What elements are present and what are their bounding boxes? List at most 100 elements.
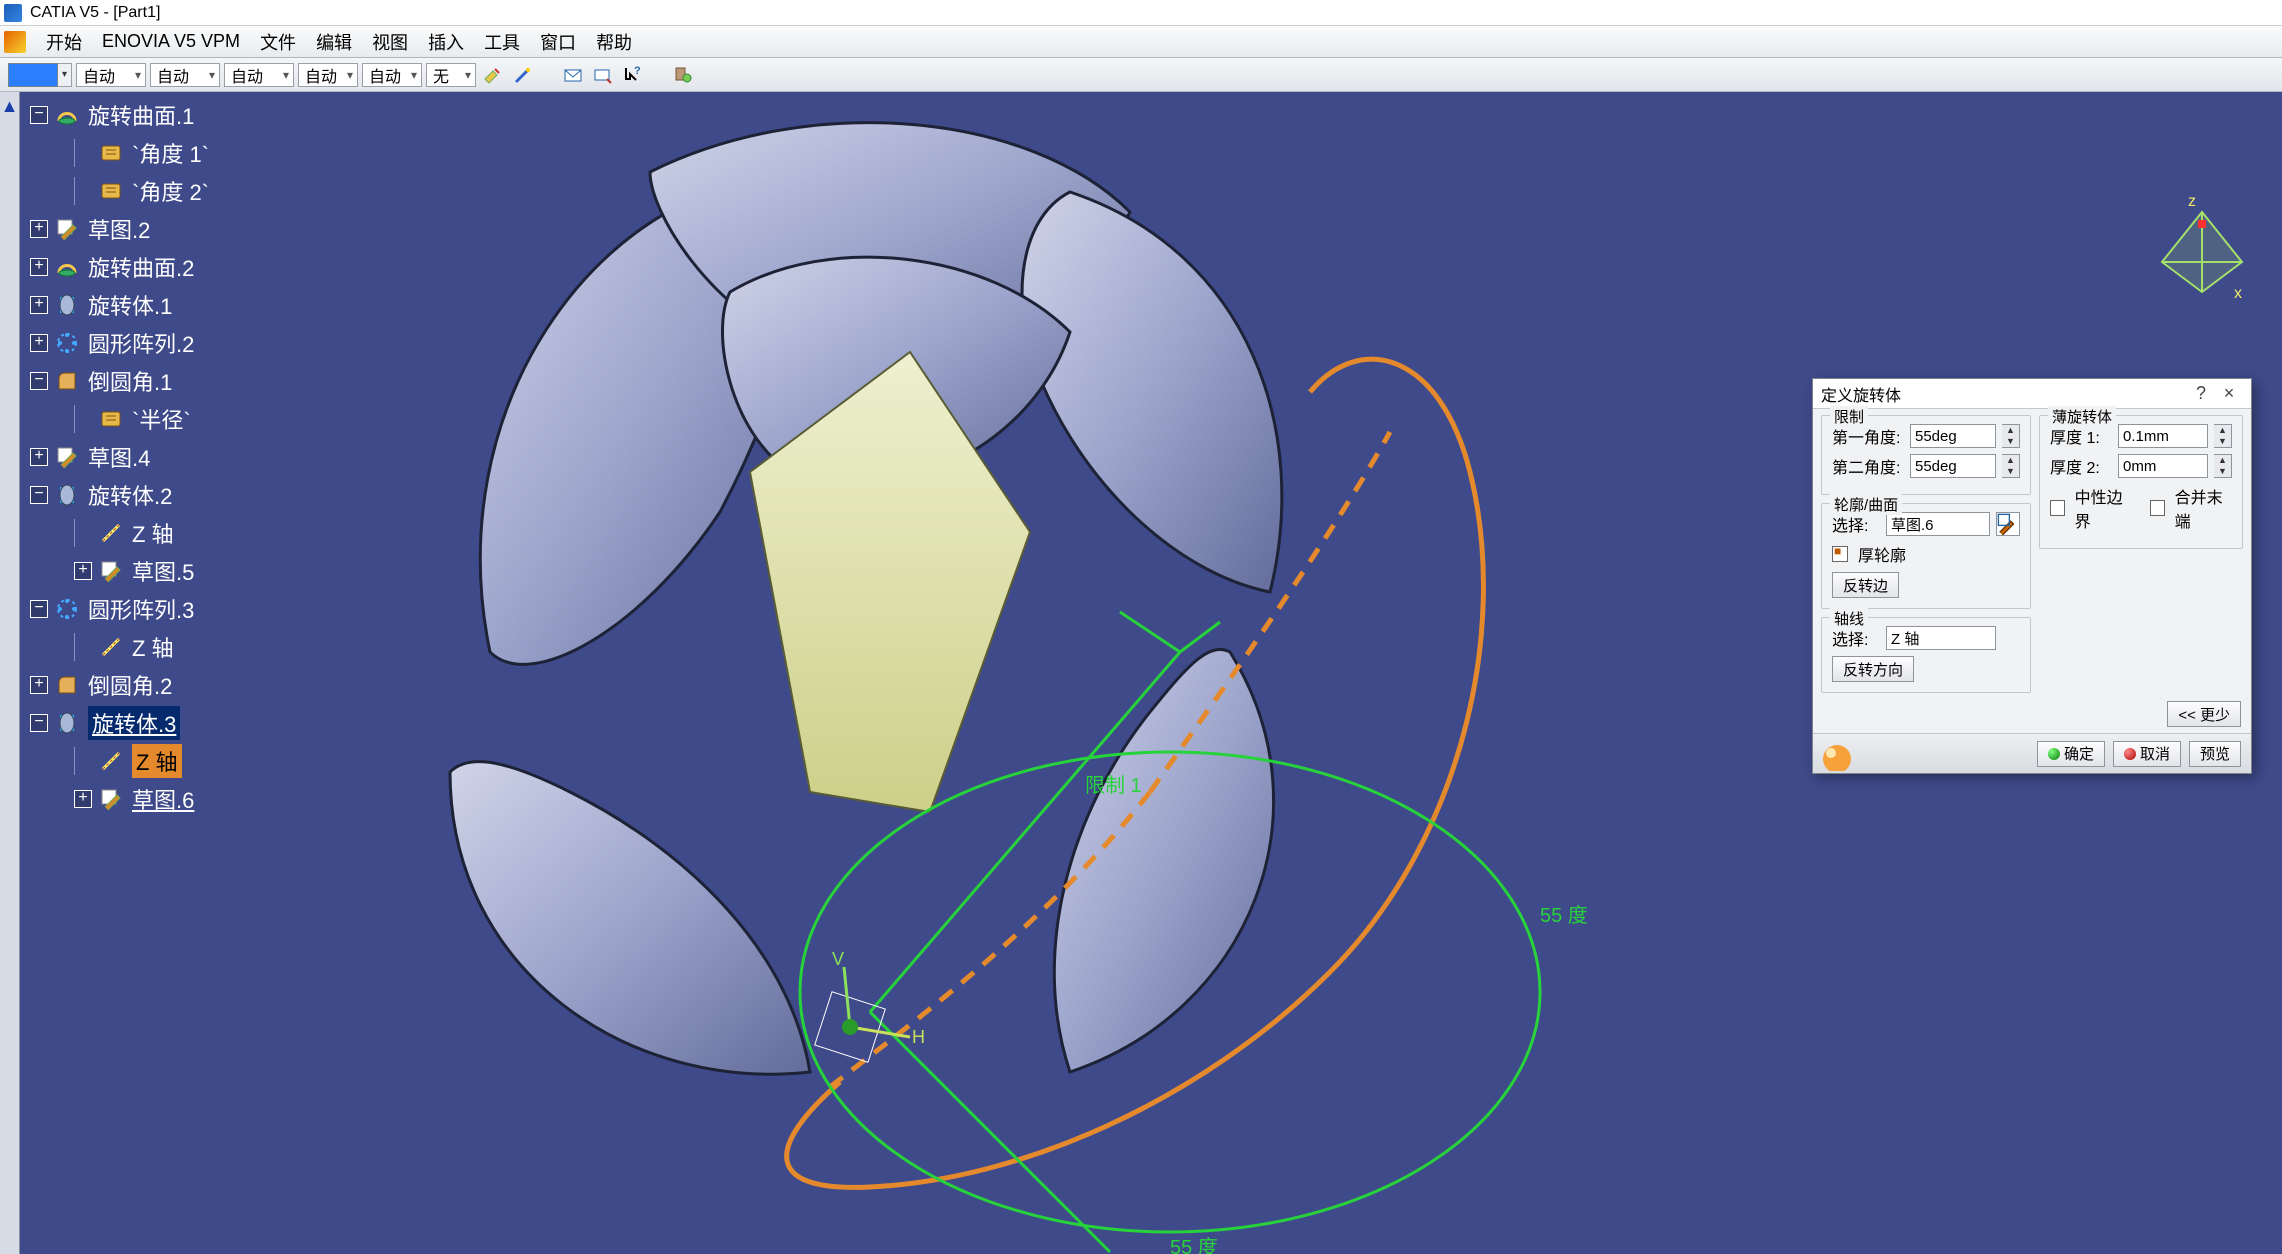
point-symbol-select[interactable]: 自动	[298, 63, 358, 87]
tree-row[interactable]: + 圆形阵列.2	[30, 324, 370, 362]
tree-row[interactable]: Z 轴	[30, 628, 370, 666]
second-angle-input[interactable]: 55deg	[1910, 454, 1996, 478]
tree-label[interactable]: 旋转体.2	[88, 479, 172, 511]
menu-start[interactable]: 开始	[36, 29, 92, 55]
expand-toggle[interactable]: −	[30, 106, 48, 124]
menu-tools[interactable]: 工具	[474, 29, 530, 55]
menu-enovia[interactable]: ENOVIA V5 VPM	[92, 31, 250, 52]
dialog-titlebar[interactable]: 定义旋转体 ? ×	[1813, 379, 2251, 409]
tree-row[interactable]: `角度 2`	[30, 172, 370, 210]
line-weight-select[interactable]: 自动	[150, 63, 220, 87]
first-angle-input[interactable]: 55deg	[1910, 424, 1996, 448]
thickness2-input[interactable]: 0mm	[2118, 454, 2208, 478]
specification-tree[interactable]: −旋转曲面.1`角度 1``角度 2`+草图.2+旋转曲面.2+旋转体.1+圆形…	[30, 92, 370, 818]
tree-label[interactable]: 草图.4	[88, 441, 150, 473]
dialog-close-button[interactable]: ×	[2215, 383, 2243, 404]
thickness1-spinner[interactable]: ▲▼	[2214, 424, 2232, 448]
tree-label[interactable]: 倒圆角.2	[88, 669, 172, 701]
tree-row[interactable]: +旋转曲面.2	[30, 248, 370, 286]
line-type-select[interactable]: 自动	[224, 63, 294, 87]
tree-label[interactable]: 草图.2	[88, 213, 150, 245]
profile-select-input[interactable]: 草图.6	[1886, 512, 1990, 536]
thick-profile-checkbox[interactable]	[1832, 546, 1848, 562]
mail-icon[interactable]	[560, 62, 586, 88]
expand-toggle[interactable]: −	[30, 372, 48, 390]
thickness1-input[interactable]: 0.1mm	[2118, 424, 2208, 448]
menu-edit[interactable]: 编辑	[306, 29, 362, 55]
expand-toggle[interactable]: −	[30, 600, 48, 618]
menu-file[interactable]: 文件	[250, 29, 306, 55]
tree-row[interactable]: − 旋转体.3	[30, 704, 370, 742]
ok-button[interactable]: 确定	[2037, 741, 2105, 767]
left-strip[interactable]: ▲	[0, 92, 20, 1254]
expand-toggle[interactable]: −	[30, 714, 48, 732]
render-style-select[interactable]: 自动	[362, 63, 422, 87]
tree-row[interactable]: + 旋转体.1	[30, 286, 370, 324]
expand-toggle[interactable]: +	[30, 296, 48, 314]
tree-label[interactable]: 倒圆角.1	[88, 365, 172, 397]
tree-row[interactable]: + 草图.5	[30, 552, 370, 590]
tree-label[interactable]: 圆形阵列.3	[88, 593, 194, 625]
menu-help[interactable]: 帮助	[586, 29, 642, 55]
catalog-icon[interactable]	[670, 62, 696, 88]
fill-color-picker[interactable]: ▾	[8, 63, 72, 87]
painter-icon[interactable]	[480, 62, 506, 88]
menu-window[interactable]: 窗口	[530, 29, 586, 55]
tree-label[interactable]: 旋转体.3	[88, 706, 180, 740]
tree-row[interactable]: Z 轴	[30, 514, 370, 552]
tree-row[interactable]: `半径`	[30, 400, 370, 438]
transparency-select[interactable]: 自动	[76, 63, 146, 87]
expand-toggle[interactable]: −	[30, 486, 48, 504]
tree-label[interactable]: 圆形阵列.2	[88, 327, 194, 359]
sketch-icon-button[interactable]	[1996, 512, 2020, 536]
reverse-direction-button[interactable]: 反转方向	[1832, 656, 1914, 682]
tree-label[interactable]: 旋转曲面.1	[88, 99, 194, 131]
tree-label[interactable]: `角度 2`	[132, 175, 209, 207]
less-button[interactable]: << 更少	[2167, 701, 2241, 727]
tree-row[interactable]: − 圆形阵列.3	[30, 590, 370, 628]
merge-ends-checkbox[interactable]	[2150, 500, 2165, 516]
neutral-fiber-checkbox[interactable]	[2050, 500, 2065, 516]
workbench-icon[interactable]	[4, 31, 26, 53]
tree-row[interactable]: + 草图.4	[30, 438, 370, 476]
layer-select[interactable]: 无	[426, 63, 476, 87]
tree-label[interactable]: `角度 1`	[132, 137, 209, 169]
expand-toggle[interactable]: +	[74, 790, 92, 808]
expand-toggle[interactable]: +	[30, 448, 48, 466]
expand-toggle[interactable]: +	[30, 220, 48, 238]
tree-row[interactable]: + 倒圆角.2	[30, 666, 370, 704]
whatsthis-icon[interactable]: ?	[620, 62, 646, 88]
tree-label[interactable]: Z 轴	[132, 631, 174, 663]
tree-row[interactable]: − 旋转体.2	[30, 476, 370, 514]
menu-view[interactable]: 视图	[362, 29, 418, 55]
tree-row[interactable]: `角度 1`	[30, 134, 370, 172]
reverse-side-button[interactable]: 反转边	[1832, 572, 1899, 598]
wizard-icon[interactable]	[510, 62, 536, 88]
tree-label[interactable]: 草图.5	[132, 555, 194, 587]
preview-button[interactable]: 预览	[2189, 741, 2241, 767]
tree-label[interactable]: Z 轴	[132, 744, 182, 778]
thickness2-spinner[interactable]: ▲▼	[2214, 454, 2232, 478]
mail-reply-icon[interactable]	[590, 62, 616, 88]
tree-label[interactable]: Z 轴	[132, 517, 174, 549]
dialog-help-button[interactable]: ?	[2187, 383, 2215, 404]
tree-label[interactable]: 旋转体.1	[88, 289, 172, 321]
tree-row[interactable]: + 草图.2	[30, 210, 370, 248]
second-angle-spinner[interactable]: ▲▼	[2002, 454, 2020, 478]
tree-label[interactable]: 旋转曲面.2	[88, 251, 194, 283]
expand-toggle[interactable]: +	[30, 334, 48, 352]
up-arrow-icon[interactable]: ▲	[0, 92, 19, 117]
tree-label[interactable]: 草图.6	[132, 783, 194, 815]
tree-row[interactable]: − 旋转曲面.1	[30, 96, 370, 134]
tree-row[interactable]: − 倒圆角.1	[30, 362, 370, 400]
menu-insert[interactable]: 插入	[418, 29, 474, 55]
first-angle-spinner[interactable]: ▲▼	[2002, 424, 2020, 448]
expand-toggle[interactable]: +	[74, 562, 92, 580]
expand-toggle[interactable]: +	[30, 676, 48, 694]
tree-label[interactable]: `半径`	[132, 403, 191, 435]
compass[interactable]: x z	[2142, 192, 2262, 312]
tree-row[interactable]: + 草图.6	[30, 780, 370, 818]
axis-select-input[interactable]: Z 轴	[1886, 626, 1996, 650]
cancel-button[interactable]: 取消	[2113, 741, 2181, 767]
tree-row[interactable]: Z 轴	[30, 742, 370, 780]
